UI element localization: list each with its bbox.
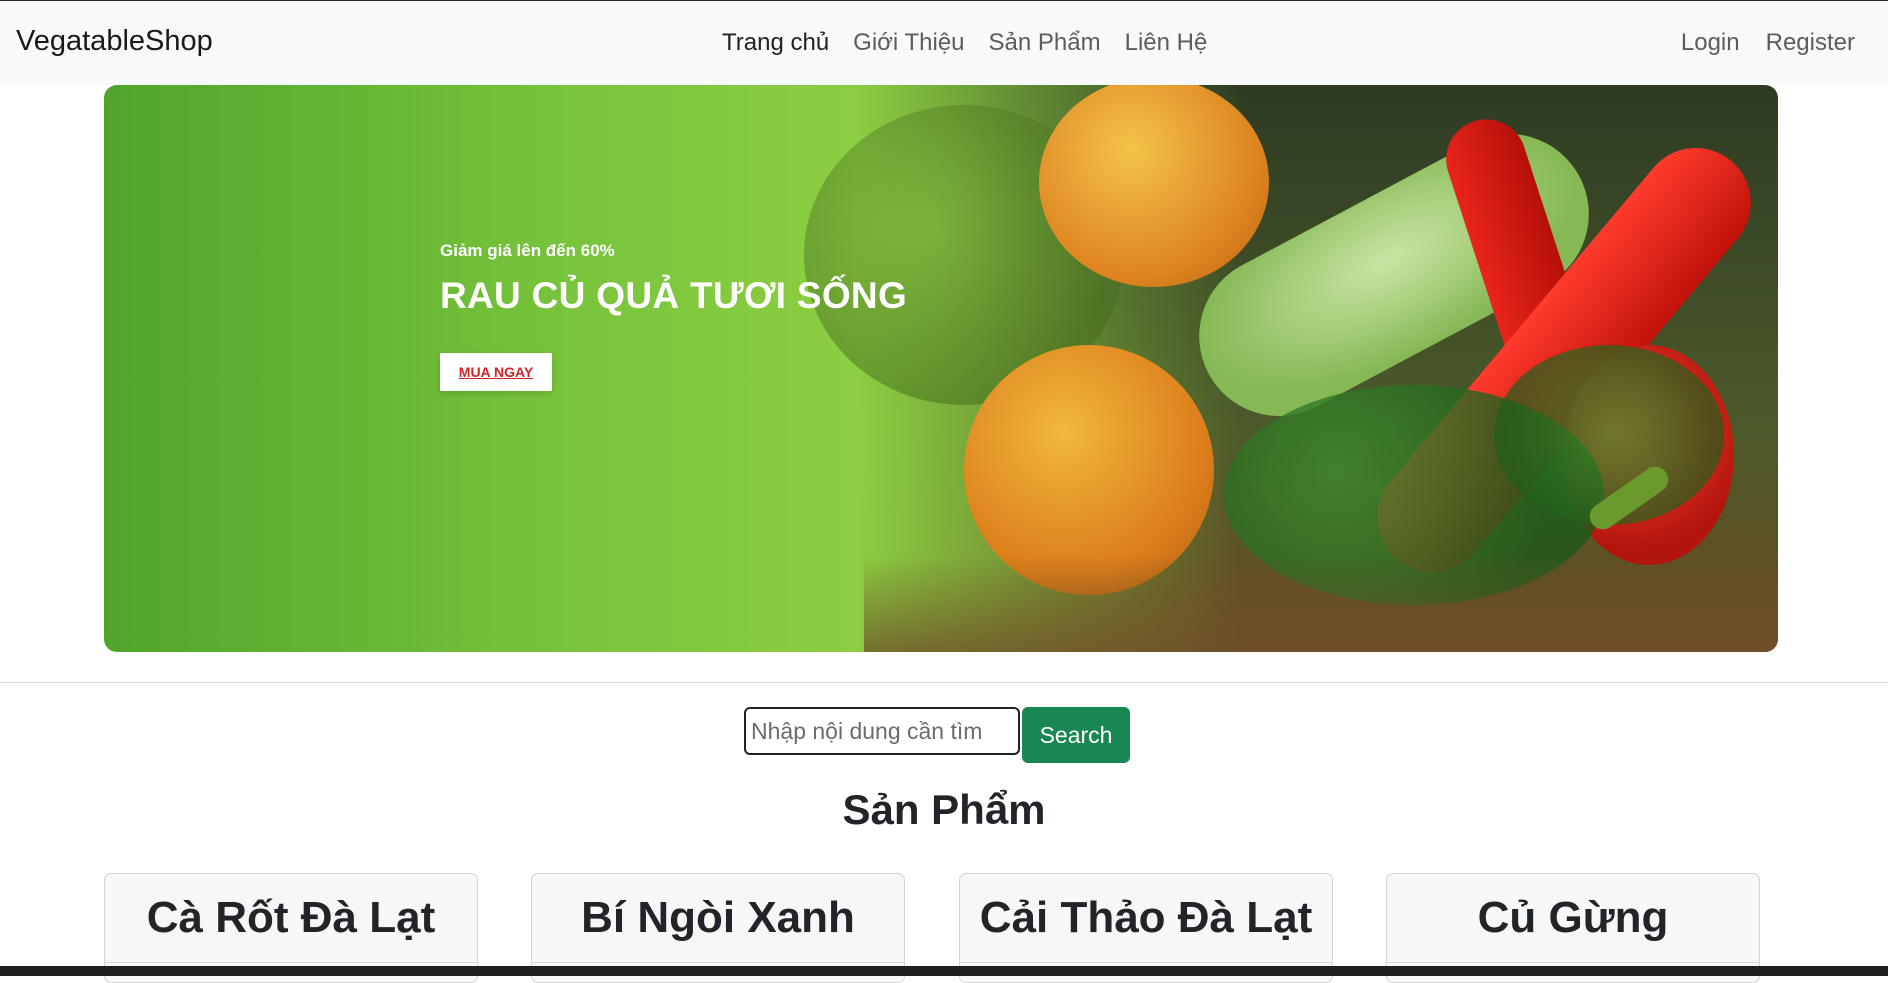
card-header: Cải Thảo Đà Lạt xyxy=(960,874,1332,963)
hero-title: RAU CỦ QUẢ TƯƠI SỐNG xyxy=(440,275,908,316)
hero-banner: Giảm giá lên đến 60% RAU CỦ QUẢ TƯƠI SỐN… xyxy=(104,85,1778,652)
product-title: Cải Thảo Đà Lạt xyxy=(979,893,1313,942)
products-heading: Sản Phẩm xyxy=(842,786,1046,833)
search-input[interactable] xyxy=(744,707,1020,755)
section-divider xyxy=(0,682,1888,683)
auth-nav: Login Register xyxy=(1681,29,1855,57)
navbar: VegatableShop Trang chủ Giới Thiệu Sản P… xyxy=(0,1,1888,85)
wood-table-image xyxy=(864,555,1778,652)
product-title: Củ Gừng xyxy=(1477,893,1669,942)
main-nav: Trang chủ Giới Thiệu Sản Phẩm Liên Hệ xyxy=(722,29,1207,57)
card-header: Cà Rốt Đà Lạt xyxy=(105,874,477,963)
search-button[interactable]: Search xyxy=(1022,707,1130,763)
product-title: Bí Ngòi Xanh xyxy=(581,893,855,942)
nav-link-home[interactable]: Trang chủ xyxy=(722,29,829,57)
card-header: Củ Gừng xyxy=(1387,874,1759,963)
tomato-image xyxy=(1039,85,1269,287)
nav-link-contact[interactable]: Liên Hệ xyxy=(1125,29,1208,57)
hero-text: Giảm giá lên đến 60% RAU CỦ QUẢ TƯƠI SỐN… xyxy=(440,241,908,391)
nav-link-about[interactable]: Giới Thiệu xyxy=(853,29,964,57)
hero-subtitle: Giảm giá lên đến 60% xyxy=(440,241,615,260)
register-link[interactable]: Register xyxy=(1766,29,1855,57)
nav-link-products[interactable]: Sản Phẩm xyxy=(989,29,1101,57)
buy-now-button[interactable]: MUA NGAY xyxy=(440,353,552,391)
card-header: Bí Ngòi Xanh xyxy=(532,874,904,963)
brand-logo[interactable]: VegatableShop xyxy=(16,25,213,58)
login-link[interactable]: Login xyxy=(1681,29,1740,57)
window-bottom-border xyxy=(0,966,1888,976)
search-form: Search xyxy=(744,707,1130,763)
product-title: Cà Rốt Đà Lạt xyxy=(146,893,436,942)
